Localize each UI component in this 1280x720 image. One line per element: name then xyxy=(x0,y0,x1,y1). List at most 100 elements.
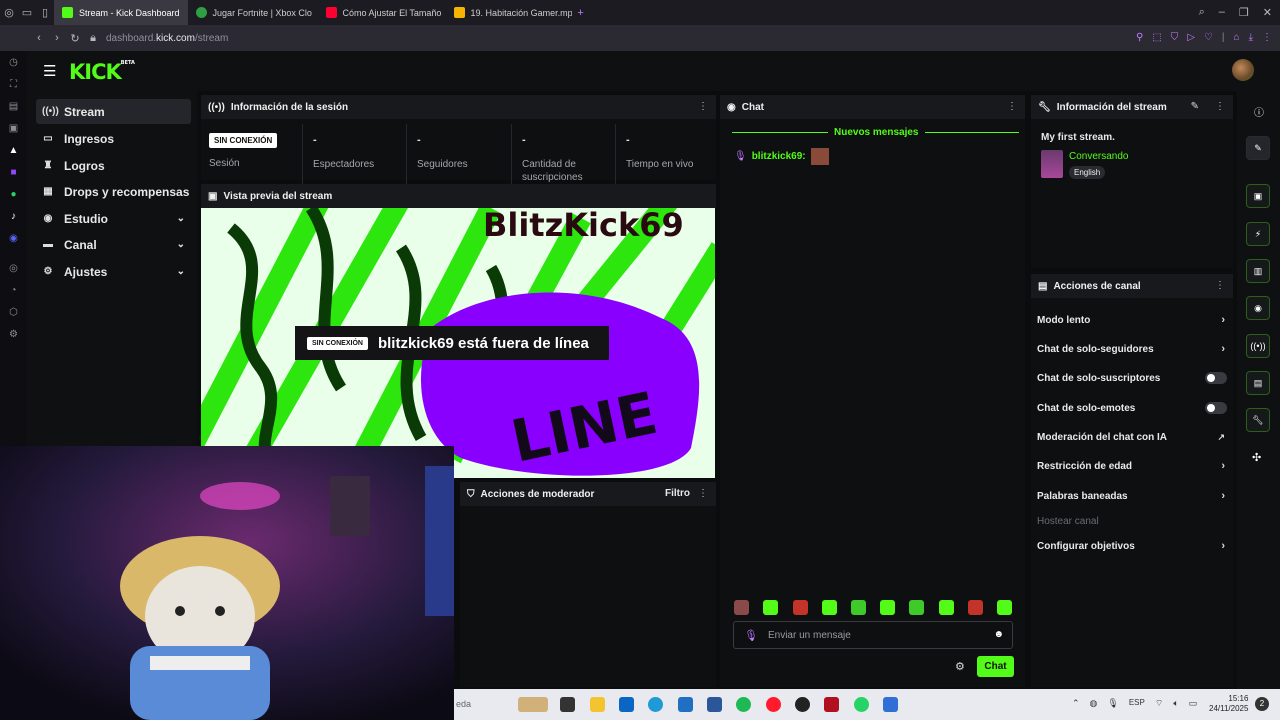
kick-logo[interactable]: KICKBETA xyxy=(69,60,135,84)
toggle-switch[interactable] xyxy=(1205,372,1227,384)
player-icon[interactable]: ▤ xyxy=(0,95,27,117)
chat-settings-icon[interactable]: ⚙ xyxy=(955,660,965,673)
emote-button[interactable] xyxy=(734,600,749,615)
nav-item-logros[interactable]: ♜ Logros xyxy=(36,153,191,178)
more-options-icon[interactable]: ⋮ xyxy=(698,101,708,112)
emoji-icon[interactable]: ☻ xyxy=(993,629,1004,640)
whatsapp-icon[interactable] xyxy=(854,697,869,712)
nav-item-drops[interactable]: ▦ Drops y recompensas xyxy=(36,179,191,204)
kick-sidebar-icon[interactable]: ▲ xyxy=(0,139,27,161)
forward-icon[interactable]: › xyxy=(48,32,66,44)
crypto-icon[interactable]: ▣ xyxy=(0,117,27,139)
reload-icon[interactable]: ↻ xyxy=(66,32,84,45)
tray-app-icon[interactable]: ◍ xyxy=(1090,698,1098,709)
tab-kick-dashboard[interactable]: Stream - Kick Dashboard xyxy=(54,0,188,25)
edit-layout-button[interactable]: ✎ xyxy=(1246,136,1270,160)
steam-icon[interactable] xyxy=(795,697,810,712)
new-tab-button[interactable]: + xyxy=(572,7,590,19)
emote-button[interactable] xyxy=(793,600,808,615)
emote-button[interactable] xyxy=(763,600,778,615)
emote-button[interactable] xyxy=(851,600,866,615)
store-icon[interactable] xyxy=(678,697,693,712)
microphone-icon[interactable]: 🎙︎ xyxy=(1107,698,1118,709)
tab-fortnite[interactable]: Jugar Fortnite | Xbox Clo xyxy=(188,0,318,25)
action-modo-lento[interactable]: Modo lento › xyxy=(1037,311,1227,329)
rail-info-button[interactable]: 🔧︎ xyxy=(1246,408,1270,432)
rail-channel-button[interactable]: ▤ xyxy=(1246,371,1270,395)
history-icon[interactable]: ◷ xyxy=(0,51,27,73)
chat-username[interactable]: blitzkick69: xyxy=(752,151,806,162)
menu-icon[interactable]: ⋮ xyxy=(1262,32,1272,43)
chevron-up-icon[interactable]: ⌃ xyxy=(1072,698,1080,709)
chat-input[interactable]: 🎙︎ Enviar un mensaje ☻ xyxy=(733,621,1013,649)
emote-button[interactable] xyxy=(909,600,924,615)
rail-preview-button[interactable]: ▣ xyxy=(1246,184,1270,208)
send-chat-button[interactable]: Chat xyxy=(977,656,1014,677)
emote-button[interactable] xyxy=(880,600,895,615)
minimize-icon[interactable]: – xyxy=(1219,6,1225,19)
rail-actions-button[interactable]: ⚡︎ xyxy=(1246,222,1270,246)
volume-icon[interactable]: 🔈︎ xyxy=(1173,698,1178,709)
shapes-icon[interactable]: ✣ xyxy=(1252,451,1261,464)
tab-list-icon[interactable]: ▯ xyxy=(36,6,54,19)
nav-item-ingresos[interactable]: ▭ Ingresos xyxy=(36,126,191,151)
info-icon[interactable]: ⓘ xyxy=(1254,104,1264,119)
filter-button[interactable]: Filtro xyxy=(665,488,690,499)
music-icon[interactable]: ◎ xyxy=(0,257,27,279)
edit-icon[interactable]: ✎ xyxy=(1191,101,1199,112)
more-options-icon[interactable]: ⋮ xyxy=(698,488,708,499)
word-icon[interactable] xyxy=(707,697,722,712)
tiktok-icon[interactable]: ♪ xyxy=(0,205,27,227)
ai-icon[interactable]: ⬡ xyxy=(0,301,27,323)
action-moderacion-ia[interactable]: Moderación del chat con IA ↗ xyxy=(1037,428,1227,446)
emote-button[interactable] xyxy=(822,600,837,615)
clock-icon[interactable]: ◔ xyxy=(0,279,27,301)
emote-button[interactable] xyxy=(968,600,983,615)
shield-icon[interactable]: ⛉ xyxy=(1171,32,1179,43)
avatar[interactable] xyxy=(1232,59,1254,81)
battery-icon[interactable]: ▭ xyxy=(1189,698,1198,709)
file-explorer-icon[interactable] xyxy=(590,697,605,712)
clock[interactable]: 15:16 24/11/2025 xyxy=(1209,694,1248,714)
close-icon[interactable]: ✕ xyxy=(1263,6,1272,19)
rail-chat-button[interactable]: ◉ xyxy=(1246,296,1270,320)
opera-gx-icon[interactable] xyxy=(766,697,781,712)
rail-session-button[interactable]: ▥ xyxy=(1246,259,1270,283)
twitch-icon[interactable]: ■ xyxy=(0,161,27,183)
action-palabras-baneadas[interactable]: Palabras baneadas › xyxy=(1037,487,1227,505)
action-restriccion-edad[interactable]: Restricción de edad › xyxy=(1037,457,1227,475)
restore-icon[interactable]: ❐ xyxy=(1239,6,1249,19)
notification-badge[interactable]: 2 xyxy=(1255,697,1269,711)
action-configurar-objetivos[interactable]: Configurar objetivos › xyxy=(1037,537,1227,555)
heart-icon[interactable]: ♡ xyxy=(1204,32,1213,43)
back-icon[interactable]: ‹ xyxy=(30,32,48,44)
pin-icon[interactable]: ⚲ xyxy=(1136,32,1143,43)
download-icon[interactable]: ⤓ xyxy=(1249,32,1253,43)
discord-icon[interactable]: ◉ xyxy=(0,227,27,249)
more-options-icon[interactable]: ⋮ xyxy=(1215,101,1225,112)
nav-item-stream[interactable]: ((•)) Stream xyxy=(36,99,191,124)
valorant-icon[interactable] xyxy=(824,697,839,712)
more-options-icon[interactable]: ⋮ xyxy=(1007,101,1017,112)
category-link[interactable]: Conversando xyxy=(1069,151,1128,162)
tab-youtube[interactable]: Cómo Ajustar El Tamaño xyxy=(318,0,446,25)
url-field[interactable]: dashboard.kick.com/stream xyxy=(106,33,228,44)
emote-button[interactable] xyxy=(997,600,1012,615)
more-options-icon[interactable]: ⋮ xyxy=(1215,280,1225,291)
search-tabs-icon[interactable]: ⌕ xyxy=(1199,6,1205,19)
workspaces-icon[interactable]: ▭ xyxy=(18,6,36,19)
whatsapp-icon[interactable]: ● xyxy=(0,183,27,205)
media-player-icon[interactable] xyxy=(883,697,898,712)
nav-item-ajustes[interactable]: ⚙ Ajustes ⌄ xyxy=(36,259,191,284)
nav-item-canal[interactable]: ▬ Canal ⌄ xyxy=(36,232,191,257)
bookmarks-icon[interactable]: ⌂ xyxy=(1234,32,1240,43)
rail-broadcast-button[interactable]: ((•)) xyxy=(1246,334,1270,358)
shopping-icon[interactable]: ⛶ xyxy=(0,73,27,95)
task-view-icon[interactable] xyxy=(560,697,575,712)
send-icon[interactable]: ▷ xyxy=(1187,32,1195,43)
toggle-switch[interactable] xyxy=(1205,402,1227,414)
language-indicator[interactable]: ESP xyxy=(1129,698,1145,709)
screenshot-icon[interactable]: ⬚ xyxy=(1152,32,1161,43)
edge-icon[interactable] xyxy=(648,697,663,712)
tab-drive[interactable]: 19. Habitación Gamer.mp· xyxy=(446,0,572,25)
